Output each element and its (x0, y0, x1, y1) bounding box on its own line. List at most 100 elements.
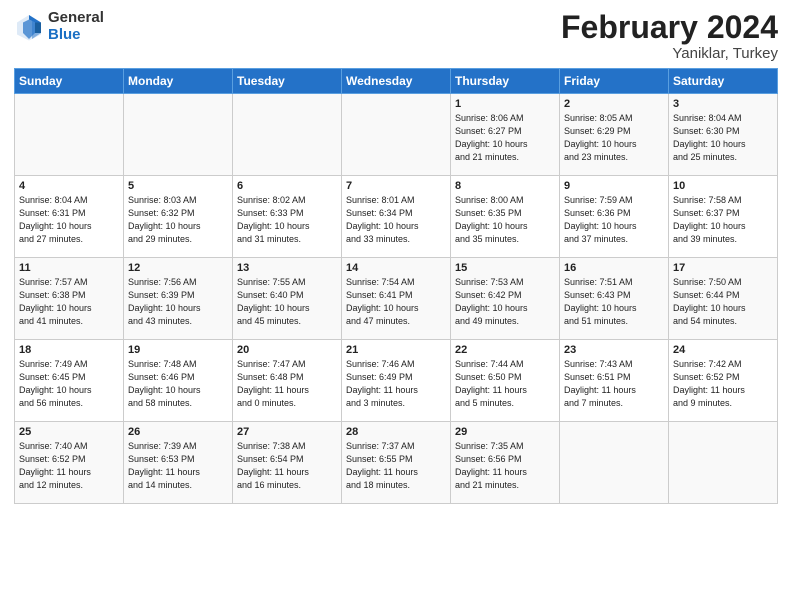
day-header-friday: Friday (560, 69, 669, 94)
calendar-cell: 15 Sunrise: 7:53 AMSunset: 6:42 PMDayligh… (451, 258, 560, 340)
header-row: SundayMondayTuesdayWednesdayThursdayFrid… (15, 69, 778, 94)
week-row-1: 1 Sunrise: 8:06 AMSunset: 6:27 PMDaylight… (15, 94, 778, 176)
cell-info: Sunrise: 7:56 AMSunset: 6:39 PMDaylight:… (128, 276, 228, 328)
day-number: 19 (128, 344, 228, 356)
calendar-cell (124, 94, 233, 176)
calendar-cell: 5Sunrise: 8:03 AMSunset: 6:32 PMDaylight… (124, 176, 233, 258)
logo: General Blue (14, 10, 104, 43)
week-row-5: 25Sunrise: 7:40 AMSunset: 6:52 PMDayligh… (15, 422, 778, 504)
cell-info: Sunrise: 8:02 AMSunset: 6:33 PMDaylight:… (237, 194, 337, 246)
title-block: February 2024 Yaniklar, Turkey (561, 10, 778, 62)
calendar-cell: 10 Sunrise: 7:58 AMSunset: 6:37 PMDayligh… (669, 176, 778, 258)
calendar-cell (669, 422, 778, 504)
logo-text: General Blue (48, 10, 104, 43)
day-number: 14 (346, 262, 446, 274)
day-number: 20 (237, 344, 337, 356)
day-number: 26 (128, 426, 228, 438)
day-header-sunday: Sunday (15, 69, 124, 94)
cell-info: Sunrise: 8:01 AMSunset: 6:34 PMDaylight:… (346, 194, 446, 246)
day-number: 6 (237, 180, 337, 192)
day-number: 10 (673, 180, 773, 192)
page: General Blue February 2024 Yaniklar, Tur… (0, 0, 792, 512)
day-number: 4 (19, 180, 119, 192)
cell-info: Sunrise: 7:58 AMSunset: 6:37 PMDaylight:… (673, 194, 773, 246)
calendar-cell: 25Sunrise: 7:40 AMSunset: 6:52 PMDayligh… (15, 422, 124, 504)
day-number: 7 (346, 180, 446, 192)
cell-info: Sunrise: 7:43 AMSunset: 6:51 PMDaylight:… (564, 358, 664, 410)
calendar-cell: 22Sunrise: 7:44 AMSunset: 6:50 PMDayligh… (451, 340, 560, 422)
day-number: 11 (19, 262, 119, 274)
day-number: 23 (564, 344, 664, 356)
cell-info: Sunrise: 7:47 AMSunset: 6:48 PMDaylight:… (237, 358, 337, 410)
logo-general-text: General (48, 10, 104, 27)
cell-info: Sunrise: 8:06 AMSunset: 6:27 PMDaylight:… (455, 112, 555, 164)
day-number: 24 (673, 344, 773, 356)
day-number: 1 (455, 98, 555, 110)
day-number: 16 (564, 262, 664, 274)
cell-info: Sunrise: 7:49 AMSunset: 6:45 PMDaylight:… (19, 358, 119, 410)
calendar-cell: 17 Sunrise: 7:50 AMSunset: 6:44 PMDayligh… (669, 258, 778, 340)
day-header-tuesday: Tuesday (233, 69, 342, 94)
cell-info: Sunrise: 7:42 AMSunset: 6:52 PMDaylight:… (673, 358, 773, 410)
day-number: 21 (346, 344, 446, 356)
calendar-cell: 6 Sunrise: 8:02 AMSunset: 6:33 PMDaylight… (233, 176, 342, 258)
logo-blue-text: Blue (48, 27, 104, 44)
calendar-cell: 4 Sunrise: 8:04 AMSunset: 6:31 PMDaylight… (15, 176, 124, 258)
calendar-cell: 23 Sunrise: 7:43 AMSunset: 6:51 PMDayligh… (560, 340, 669, 422)
cell-info: Sunrise: 8:00 AMSunset: 6:35 PMDaylight:… (455, 194, 555, 246)
week-row-2: 4 Sunrise: 8:04 AMSunset: 6:31 PMDaylight… (15, 176, 778, 258)
calendar-cell: 24 Sunrise: 7:42 AMSunset: 6:52 PMDayligh… (669, 340, 778, 422)
cell-info: Sunrise: 7:50 AMSunset: 6:44 PMDaylight:… (673, 276, 773, 328)
calendar-cell: 16Sunrise: 7:51 AMSunset: 6:43 PMDayligh… (560, 258, 669, 340)
calendar-cell: 7 Sunrise: 8:01 AMSunset: 6:34 PMDaylight… (342, 176, 451, 258)
day-number: 29 (455, 426, 555, 438)
cell-info: Sunrise: 7:39 AMSunset: 6:53 PMDaylight:… (128, 440, 228, 492)
logo-icon (14, 12, 44, 42)
cell-info: Sunrise: 7:37 AMSunset: 6:55 PMDaylight:… (346, 440, 446, 492)
day-number: 3 (673, 98, 773, 110)
day-header-monday: Monday (124, 69, 233, 94)
calendar-cell: 29 Sunrise: 7:35 AMSunset: 6:56 PMDayligh… (451, 422, 560, 504)
cell-info: Sunrise: 7:38 AMSunset: 6:54 PMDaylight:… (237, 440, 337, 492)
calendar-table: SundayMondayTuesdayWednesdayThursdayFrid… (14, 68, 778, 504)
calendar-cell (342, 94, 451, 176)
day-number: 2 (564, 98, 664, 110)
calendar-cell: 14 Sunrise: 7:54 AMSunset: 6:41 PMDayligh… (342, 258, 451, 340)
cell-info: Sunrise: 7:35 AMSunset: 6:56 PMDaylight:… (455, 440, 555, 492)
cell-info: Sunrise: 7:57 AMSunset: 6:38 PMDaylight:… (19, 276, 119, 328)
day-header-wednesday: Wednesday (342, 69, 451, 94)
day-header-saturday: Saturday (669, 69, 778, 94)
week-row-4: 18Sunrise: 7:49 AMSunset: 6:45 PMDayligh… (15, 340, 778, 422)
cell-info: Sunrise: 7:53 AMSunset: 6:42 PMDaylight:… (455, 276, 555, 328)
day-number: 28 (346, 426, 446, 438)
calendar-cell: 12Sunrise: 7:56 AMSunset: 6:39 PMDayligh… (124, 258, 233, 340)
calendar-cell: 18Sunrise: 7:49 AMSunset: 6:45 PMDayligh… (15, 340, 124, 422)
day-number: 9 (564, 180, 664, 192)
cell-info: Sunrise: 7:55 AMSunset: 6:40 PMDaylight:… (237, 276, 337, 328)
cell-info: Sunrise: 7:59 AMSunset: 6:36 PMDaylight:… (564, 194, 664, 246)
calendar-cell: 2 Sunrise: 8:05 AMSunset: 6:29 PMDaylight… (560, 94, 669, 176)
cell-info: Sunrise: 8:04 AMSunset: 6:31 PMDaylight:… (19, 194, 119, 246)
calendar-cell: 8 Sunrise: 8:00 AMSunset: 6:35 PMDaylight… (451, 176, 560, 258)
calendar-cell: 9 Sunrise: 7:59 AMSunset: 6:36 PMDaylight… (560, 176, 669, 258)
cell-info: Sunrise: 8:05 AMSunset: 6:29 PMDaylight:… (564, 112, 664, 164)
calendar-cell: 11 Sunrise: 7:57 AMSunset: 6:38 PMDayligh… (15, 258, 124, 340)
day-number: 8 (455, 180, 555, 192)
calendar-cell (15, 94, 124, 176)
calendar-cell: 19Sunrise: 7:48 AMSunset: 6:46 PMDayligh… (124, 340, 233, 422)
calendar-cell: 27 Sunrise: 7:38 AMSunset: 6:54 PMDayligh… (233, 422, 342, 504)
day-number: 15 (455, 262, 555, 274)
month-title: February 2024 (561, 10, 778, 45)
cell-info: Sunrise: 7:44 AMSunset: 6:50 PMDaylight:… (455, 358, 555, 410)
calendar-cell: 26 Sunrise: 7:39 AMSunset: 6:53 PMDayligh… (124, 422, 233, 504)
calendar-cell: 28 Sunrise: 7:37 AMSunset: 6:55 PMDayligh… (342, 422, 451, 504)
cell-info: Sunrise: 7:54 AMSunset: 6:41 PMDaylight:… (346, 276, 446, 328)
calendar-cell: 13Sunrise: 7:55 AMSunset: 6:40 PMDayligh… (233, 258, 342, 340)
day-number: 17 (673, 262, 773, 274)
cell-info: Sunrise: 8:03 AMSunset: 6:32 PMDaylight:… (128, 194, 228, 246)
day-number: 27 (237, 426, 337, 438)
cell-info: Sunrise: 8:04 AMSunset: 6:30 PMDaylight:… (673, 112, 773, 164)
calendar-cell: 21Sunrise: 7:46 AMSunset: 6:49 PMDayligh… (342, 340, 451, 422)
header: General Blue February 2024 Yaniklar, Tur… (14, 10, 778, 62)
calendar-cell (560, 422, 669, 504)
